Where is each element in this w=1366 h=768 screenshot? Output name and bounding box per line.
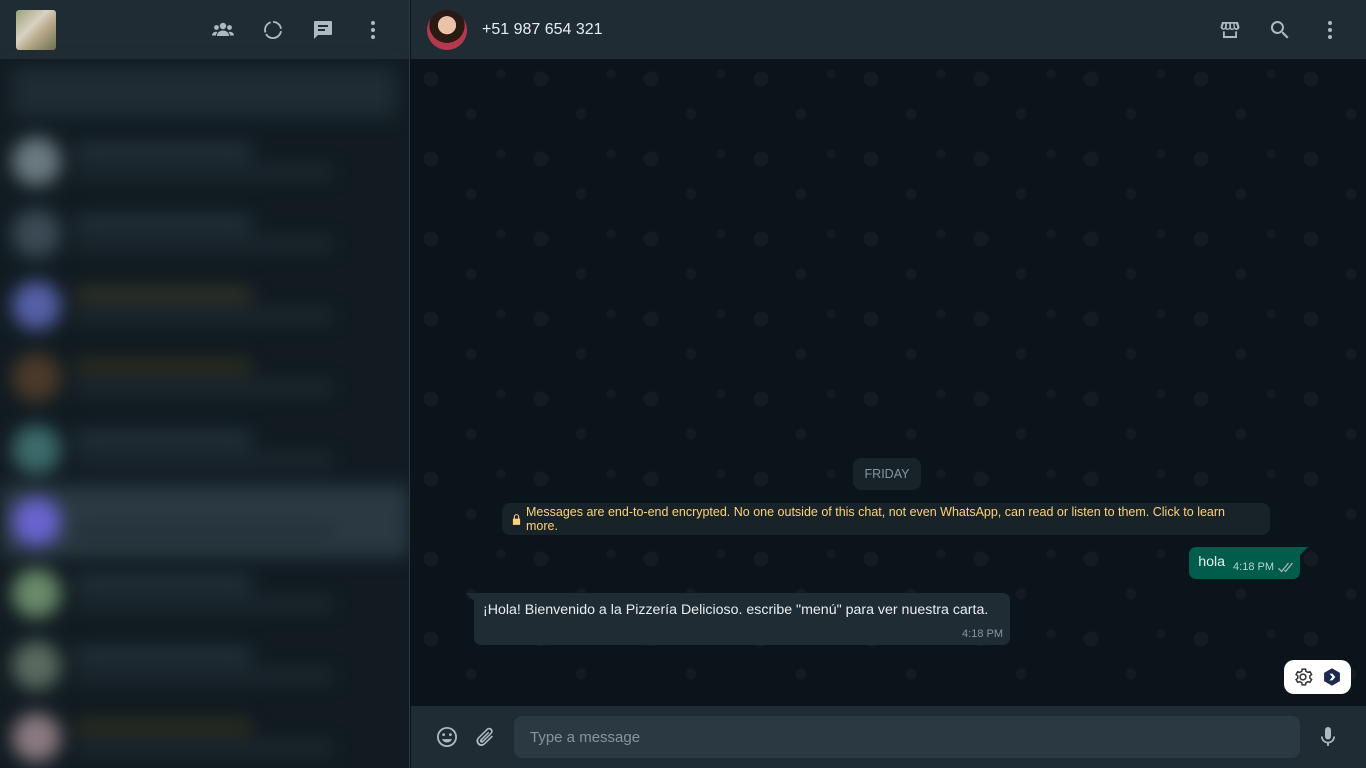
list-item[interactable] bbox=[0, 485, 409, 557]
conversation-pane: +51 987 654 321 FRIDAY Messages are end-… bbox=[411, 0, 1366, 768]
lock-icon bbox=[512, 513, 521, 525]
outgoing-message[interactable]: hola 4:18 PM bbox=[1189, 547, 1308, 579]
status-icon[interactable] bbox=[261, 18, 285, 42]
incoming-message[interactable]: ¡Hola! Bienvenido a la Pizzería Delicios… bbox=[466, 593, 1010, 645]
list-item[interactable] bbox=[0, 701, 409, 768]
left-header bbox=[0, 0, 409, 59]
communities-icon[interactable] bbox=[211, 18, 235, 42]
contact-avatar[interactable] bbox=[427, 9, 467, 50]
date-divider: FRIDAY bbox=[853, 458, 921, 490]
extension-logo-icon[interactable] bbox=[1322, 667, 1342, 687]
list-item[interactable] bbox=[0, 197, 409, 269]
menu-icon[interactable] bbox=[1318, 18, 1342, 42]
emoji-icon[interactable] bbox=[435, 725, 459, 749]
composer-bar bbox=[411, 706, 1366, 768]
message-area[interactable]: FRIDAY Messages are end-to-end encrypted… bbox=[411, 59, 1366, 706]
my-profile-avatar[interactable] bbox=[16, 9, 56, 50]
encryption-notice[interactable]: Messages are end-to-end encrypted. No on… bbox=[502, 503, 1270, 535]
chat-header-actions bbox=[1218, 0, 1342, 59]
list-item[interactable] bbox=[0, 125, 409, 197]
message-text: ¡Hola! Bienvenido a la Pizzería Delicios… bbox=[483, 602, 989, 618]
floating-extension-toolbar bbox=[1284, 660, 1351, 694]
list-item[interactable] bbox=[0, 629, 409, 701]
search-icon[interactable] bbox=[1268, 18, 1292, 42]
composer-left-actions bbox=[435, 725, 498, 749]
list-item[interactable] bbox=[0, 269, 409, 341]
left-header-actions bbox=[211, 0, 385, 59]
message-text: hola bbox=[1198, 554, 1226, 570]
message-time: 4:18 PM bbox=[1233, 561, 1274, 573]
list-item[interactable] bbox=[0, 413, 409, 485]
list-item[interactable] bbox=[0, 341, 409, 413]
mic-icon[interactable] bbox=[1316, 725, 1340, 749]
list-item[interactable] bbox=[0, 557, 409, 629]
chat-header[interactable]: +51 987 654 321 bbox=[411, 0, 1366, 59]
encryption-notice-text: Messages are end-to-end encrypted. No on… bbox=[526, 505, 1225, 533]
double-check-icon bbox=[1278, 562, 1293, 572]
message-meta: 4:18 PM bbox=[1233, 561, 1293, 573]
search-bar-blurred bbox=[12, 67, 397, 117]
settings-gear-icon[interactable] bbox=[1293, 667, 1313, 687]
message-input[interactable] bbox=[514, 716, 1300, 758]
menu-icon[interactable] bbox=[361, 18, 385, 42]
attach-icon[interactable] bbox=[474, 725, 498, 749]
chat-list-pane bbox=[0, 0, 410, 768]
message-time: 4:18 PM bbox=[962, 628, 1003, 640]
contact-name[interactable]: +51 987 654 321 bbox=[482, 21, 603, 39]
catalog-icon[interactable] bbox=[1218, 18, 1242, 42]
chat-list-blurred bbox=[0, 59, 409, 768]
new-chat-icon[interactable] bbox=[311, 18, 335, 42]
